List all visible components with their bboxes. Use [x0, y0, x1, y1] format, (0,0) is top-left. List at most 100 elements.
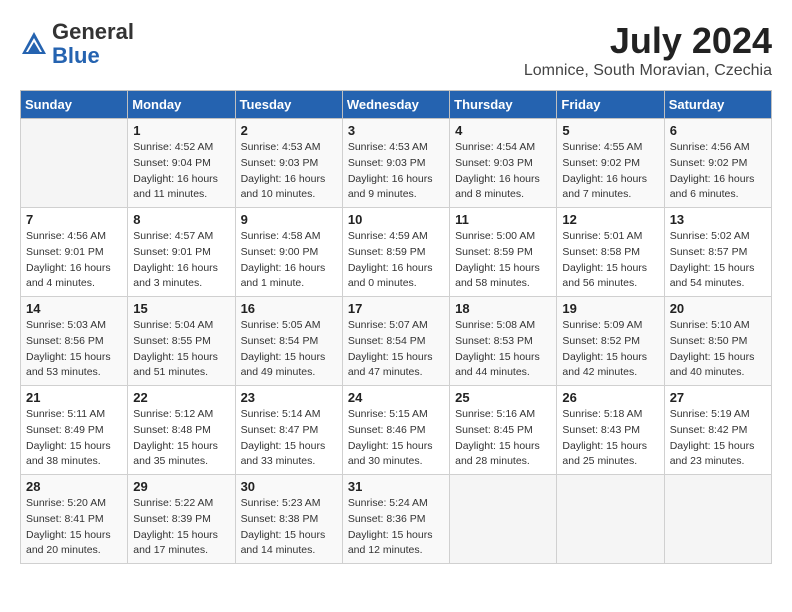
day-info: Sunrise: 5:08 AM Sunset: 8:53 PM Dayligh…: [455, 318, 551, 381]
calendar-cell: 15Sunrise: 5:04 AM Sunset: 8:55 PM Dayli…: [128, 297, 235, 386]
logo-icon: [20, 30, 48, 58]
day-number: 19: [562, 301, 658, 316]
day-number: 30: [241, 479, 337, 494]
day-info: Sunrise: 4:53 AM Sunset: 9:03 PM Dayligh…: [241, 140, 337, 203]
day-number: 1: [133, 123, 229, 138]
calendar-cell: 20Sunrise: 5:10 AM Sunset: 8:50 PM Dayli…: [664, 297, 771, 386]
day-number: 9: [241, 212, 337, 227]
calendar-cell: 31 Sunrise: 5:24 AM Sunset: 8:36 PM Dayli…: [342, 475, 449, 564]
day-number: 7: [26, 212, 122, 227]
day-number: 28: [26, 479, 122, 494]
weekday-header-row: SundayMondayTuesdayWednesdayThursdayFrid…: [21, 91, 772, 119]
day-info: Sunrise: 5:19 AM Sunset: 8:42 PM Dayligh…: [670, 407, 766, 470]
location-subtitle: Lomnice, South Moravian, Czechia: [524, 62, 772, 80]
calendar-cell: [21, 119, 128, 208]
weekday-header: Thursday: [450, 91, 557, 119]
day-number: 27: [670, 390, 766, 405]
calendar-cell: 8 Sunrise: 4:57 AM Sunset: 9:01 PM Daylig…: [128, 208, 235, 297]
day-number: 29: [133, 479, 229, 494]
day-number: 23: [241, 390, 337, 405]
calendar-cell: 22 Sunrise: 5:12 AM Sunset: 8:48 PM Dayli…: [128, 386, 235, 475]
day-info: Sunrise: 5:05 AM Sunset: 8:54 PM Dayligh…: [241, 318, 337, 381]
calendar-cell: 13 Sunrise: 5:02 AM Sunset: 8:57 PM Dayli…: [664, 208, 771, 297]
day-info: Sunrise: 5:23 AM Sunset: 8:38 PM Dayligh…: [241, 496, 337, 559]
day-number: 25: [455, 390, 551, 405]
day-info: Sunrise: 5:00 AM Sunset: 8:59 PM Dayligh…: [455, 229, 551, 292]
calendar-cell: 9 Sunrise: 4:58 AM Sunset: 9:00 PM Daylig…: [235, 208, 342, 297]
day-number: 21: [26, 390, 122, 405]
calendar-cell: 26 Sunrise: 5:18 AM Sunset: 8:43 PM Dayli…: [557, 386, 664, 475]
day-number: 5: [562, 123, 658, 138]
day-info: Sunrise: 5:07 AM Sunset: 8:54 PM Dayligh…: [348, 318, 444, 381]
day-number: 13: [670, 212, 766, 227]
day-info: Sunrise: 5:10 AM Sunset: 8:50 PM Dayligh…: [670, 318, 766, 381]
day-number: 15: [133, 301, 229, 316]
day-number: 2: [241, 123, 337, 138]
day-number: 18: [455, 301, 551, 316]
calendar-cell: 6 Sunrise: 4:56 AM Sunset: 9:02 PM Daylig…: [664, 119, 771, 208]
calendar-table: SundayMondayTuesdayWednesdayThursdayFrid…: [20, 90, 772, 564]
calendar-cell: [557, 475, 664, 564]
day-info: Sunrise: 5:22 AM Sunset: 8:39 PM Dayligh…: [133, 496, 229, 559]
day-info: Sunrise: 5:20 AM Sunset: 8:41 PM Dayligh…: [26, 496, 122, 559]
calendar-cell: 28 Sunrise: 5:20 AM Sunset: 8:41 PM Dayli…: [21, 475, 128, 564]
calendar-cell: 12 Sunrise: 5:01 AM Sunset: 8:58 PM Dayli…: [557, 208, 664, 297]
calendar-cell: 21 Sunrise: 5:11 AM Sunset: 8:49 PM Dayli…: [21, 386, 128, 475]
day-info: Sunrise: 5:24 AM Sunset: 8:36 PM Dayligh…: [348, 496, 444, 559]
day-info: Sunrise: 5:02 AM Sunset: 8:57 PM Dayligh…: [670, 229, 766, 292]
day-number: 22: [133, 390, 229, 405]
calendar-cell: [450, 475, 557, 564]
weekday-header: Sunday: [21, 91, 128, 119]
calendar-cell: 16 Sunrise: 5:05 AM Sunset: 8:54 PM Dayli…: [235, 297, 342, 386]
logo-blue-text: Blue: [52, 43, 100, 68]
calendar-week-row: 1 Sunrise: 4:52 AM Sunset: 9:04 PM Daylig…: [21, 119, 772, 208]
calendar-cell: 10 Sunrise: 4:59 AM Sunset: 8:59 PM Dayli…: [342, 208, 449, 297]
day-number: 17: [348, 301, 444, 316]
weekday-header: Wednesday: [342, 91, 449, 119]
calendar-cell: 18 Sunrise: 5:08 AM Sunset: 8:53 PM Dayli…: [450, 297, 557, 386]
calendar-cell: 1 Sunrise: 4:52 AM Sunset: 9:04 PM Daylig…: [128, 119, 235, 208]
day-number: 16: [241, 301, 337, 316]
logo-general-text: General: [52, 19, 134, 44]
day-number: 10: [348, 212, 444, 227]
day-info: Sunrise: 5:18 AM Sunset: 8:43 PM Dayligh…: [562, 407, 658, 470]
day-number: 12: [562, 212, 658, 227]
calendar-cell: 19 Sunrise: 5:09 AM Sunset: 8:52 PM Dayli…: [557, 297, 664, 386]
calendar-cell: 27 Sunrise: 5:19 AM Sunset: 8:42 PM Dayli…: [664, 386, 771, 475]
day-number: 6: [670, 123, 766, 138]
day-info: Sunrise: 4:56 AM Sunset: 9:01 PM Dayligh…: [26, 229, 122, 292]
day-info: Sunrise: 5:11 AM Sunset: 8:49 PM Dayligh…: [26, 407, 122, 470]
day-number: 11: [455, 212, 551, 227]
day-info: Sunrise: 5:14 AM Sunset: 8:47 PM Dayligh…: [241, 407, 337, 470]
day-number: 4: [455, 123, 551, 138]
day-info: Sunrise: 5:09 AM Sunset: 8:52 PM Dayligh…: [562, 318, 658, 381]
weekday-header: Saturday: [664, 91, 771, 119]
calendar-cell: 7 Sunrise: 4:56 AM Sunset: 9:01 PM Daylig…: [21, 208, 128, 297]
day-number: 26: [562, 390, 658, 405]
page-header: General Blue July 2024 Lomnice, South Mo…: [20, 20, 772, 80]
calendar-cell: 23 Sunrise: 5:14 AM Sunset: 8:47 PM Dayli…: [235, 386, 342, 475]
weekday-header: Monday: [128, 91, 235, 119]
day-info: Sunrise: 5:03 AM Sunset: 8:56 PM Dayligh…: [26, 318, 122, 381]
day-info: Sunrise: 4:55 AM Sunset: 9:02 PM Dayligh…: [562, 140, 658, 203]
day-info: Sunrise: 5:01 AM Sunset: 8:58 PM Dayligh…: [562, 229, 658, 292]
calendar-cell: 30 Sunrise: 5:23 AM Sunset: 8:38 PM Dayli…: [235, 475, 342, 564]
calendar-cell: 2 Sunrise: 4:53 AM Sunset: 9:03 PM Daylig…: [235, 119, 342, 208]
day-info: Sunrise: 4:57 AM Sunset: 9:01 PM Dayligh…: [133, 229, 229, 292]
day-info: Sunrise: 4:56 AM Sunset: 9:02 PM Dayligh…: [670, 140, 766, 203]
calendar-cell: [664, 475, 771, 564]
day-number: 14: [26, 301, 122, 316]
calendar-cell: 25Sunrise: 5:16 AM Sunset: 8:45 PM Dayli…: [450, 386, 557, 475]
day-info: Sunrise: 4:52 AM Sunset: 9:04 PM Dayligh…: [133, 140, 229, 203]
day-number: 31: [348, 479, 444, 494]
calendar-cell: 11 Sunrise: 5:00 AM Sunset: 8:59 PM Dayli…: [450, 208, 557, 297]
logo: General Blue: [20, 20, 134, 68]
day-number: 8: [133, 212, 229, 227]
day-info: Sunrise: 5:12 AM Sunset: 8:48 PM Dayligh…: [133, 407, 229, 470]
day-info: Sunrise: 4:58 AM Sunset: 9:00 PM Dayligh…: [241, 229, 337, 292]
calendar-cell: 24Sunrise: 5:15 AM Sunset: 8:46 PM Dayli…: [342, 386, 449, 475]
day-info: Sunrise: 4:59 AM Sunset: 8:59 PM Dayligh…: [348, 229, 444, 292]
weekday-header: Tuesday: [235, 91, 342, 119]
day-info: Sunrise: 5:15 AM Sunset: 8:46 PM Dayligh…: [348, 407, 444, 470]
title-block: July 2024 Lomnice, South Moravian, Czech…: [524, 20, 772, 80]
